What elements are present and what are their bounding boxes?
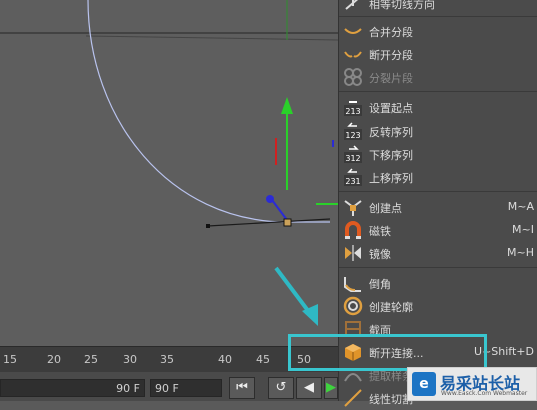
timeline-tick: 40 — [218, 353, 232, 366]
timeline-tick: 45 — [256, 353, 270, 366]
play-button[interactable]: ▶ — [324, 377, 338, 399]
create-point-icon — [344, 200, 362, 216]
break-segment-icon — [344, 51, 362, 58]
menu-item-set-start[interactable]: 213 设置起点 — [339, 96, 537, 119]
line-cut-icon — [344, 389, 362, 407]
menu-item-reverse-sequence[interactable]: 123 反转序列 — [339, 120, 537, 143]
timeline-tick: 30 — [123, 353, 137, 366]
menu-label: 创建点 — [369, 202, 402, 215]
menu-separator — [339, 191, 537, 192]
gizmo-z-axis — [271, 199, 288, 221]
menu-item-create-outline[interactable]: 创建轮廓 — [339, 295, 537, 318]
gizmo-y-arrow — [281, 97, 293, 114]
join-segment-icon — [344, 28, 362, 34]
current-frame-value: 90 F — [155, 382, 179, 395]
play-icon: ▶ — [326, 380, 336, 395]
end-frame-value: 90 F — [116, 382, 140, 395]
menu-label: 断开分段 — [369, 49, 413, 62]
menu-item-create-point[interactable]: 创建点 M~A — [339, 196, 537, 219]
timeline-tick: 15 — [3, 353, 17, 366]
annotation-arrow-line — [274, 266, 314, 318]
current-frame-field[interactable]: 90 F — [150, 379, 222, 397]
timeline-tick: 35 — [160, 353, 174, 366]
svg-text:213: 213 — [345, 107, 360, 116]
menu-label: 倒角 — [369, 278, 391, 291]
previous-key-icon: ↺ — [275, 380, 287, 395]
magnet-icon — [345, 221, 361, 239]
tangent-icon — [345, 0, 359, 10]
menu-item-explode-segments[interactable]: 分裂片段 — [339, 66, 537, 89]
viewport-3d[interactable] — [0, 0, 338, 346]
site-watermark: e 易采站长站 Www.Easck.Com Webmaster — [407, 367, 537, 401]
skip-start-icon: ⏮ — [236, 380, 248, 395]
menu-label: 合并分段 — [369, 26, 413, 39]
menu-separator — [339, 91, 537, 92]
menu-item-equal-tangent[interactable]: 相等切线方向 — [339, 0, 537, 15]
svg-text:312: 312 — [345, 154, 360, 163]
create-outline-icon — [343, 296, 363, 316]
svg-text:123: 123 — [345, 131, 360, 140]
menu-item-mirror[interactable]: 镜像 M~H — [339, 242, 537, 265]
menu-separator — [339, 16, 537, 17]
timeline-tick: 20 — [47, 353, 61, 366]
selected-point — [283, 218, 292, 227]
previous-key-button[interactable]: ↺ — [268, 377, 294, 399]
go-to-start-button[interactable]: ⏮ — [229, 377, 255, 399]
reverse-sequence-icon: 123 — [344, 122, 362, 140]
menu-item-move-down-sequence[interactable]: 312 下移序列 — [339, 143, 537, 166]
menu-shortcut: M~H — [507, 246, 534, 259]
menu-item-join-segment[interactable]: 合并分段 — [339, 20, 537, 43]
mirror-icon — [345, 245, 361, 261]
tangent-point — [206, 224, 210, 228]
svg-text:231: 231 — [345, 177, 360, 186]
menu-label: 磁铁 — [369, 225, 391, 238]
menu-label: 相等切线方向 — [369, 0, 435, 11]
previous-frame-button[interactable]: ◀ — [296, 377, 322, 399]
menu-shortcut: M~A — [507, 200, 534, 213]
watermark-logo: e — [412, 372, 436, 396]
menu-label: 分裂片段 — [369, 72, 413, 85]
menu-item-break-segment[interactable]: 断开分段 — [339, 43, 537, 66]
highlight-annotation-box — [288, 334, 487, 371]
grid-line — [85, 35, 338, 41]
menu-label: 创建轮廓 — [369, 301, 413, 314]
menu-label: 下移序列 — [369, 149, 413, 162]
move-up-sequence-icon: 231 — [344, 168, 362, 186]
menu-shortcut: M~I — [512, 223, 534, 236]
chamfer-icon — [344, 277, 361, 292]
timeline-tick: 25 — [84, 353, 98, 366]
menu-item-move-up-sequence[interactable]: 231 上移序列 — [339, 166, 537, 189]
gizmo-z-handle — [266, 195, 274, 203]
menu-item-magnet[interactable]: 磁铁 M~I — [339, 219, 537, 242]
explode-segments-icon — [344, 68, 362, 86]
previous-frame-icon: ◀ — [304, 380, 314, 395]
watermark-subtitle: Www.Easck.Com Webmaster — [441, 390, 528, 397]
set-start-icon: 213 — [344, 101, 362, 116]
menu-label: 设置起点 — [369, 102, 413, 115]
menu-label: 上移序列 — [369, 172, 413, 185]
menu-item-chamfer[interactable]: 倒角 — [339, 272, 537, 295]
move-down-sequence-icon: 312 — [344, 145, 362, 163]
playback-bar: 90 F 90 F ⏮ ↺ ◀ ▶ — [0, 372, 338, 401]
menu-label: 镜像 — [369, 248, 391, 261]
menu-label: 反转序列 — [369, 126, 413, 139]
menu-separator — [339, 267, 537, 268]
end-frame-field[interactable]: 90 F — [0, 379, 145, 397]
